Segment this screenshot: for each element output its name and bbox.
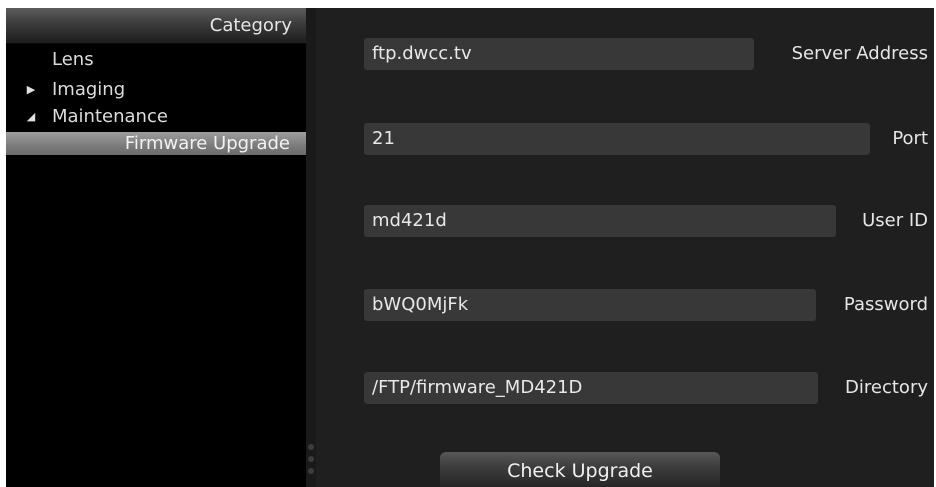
category-header-label: Category xyxy=(209,15,292,36)
category-sidebar: Category Lens ▶ Imaging ◢ Maintenance Fi… xyxy=(6,8,306,487)
directory-label: Directory xyxy=(845,377,928,398)
server-address-label: Server Address xyxy=(791,43,928,64)
user-id-label: User ID xyxy=(862,210,928,231)
expand-arrow-icon[interactable]: ▶ xyxy=(24,78,38,101)
category-header: Category xyxy=(6,8,306,44)
tree-item-label: Firmware Upgrade xyxy=(124,133,290,154)
password-input[interactable]: bWQ0MjFk xyxy=(364,289,816,321)
tree-item-firmware-upgrade[interactable]: Firmware Upgrade xyxy=(6,132,306,155)
tree-item-label: Lens xyxy=(52,49,94,70)
user-id-input[interactable]: md421d xyxy=(364,205,836,237)
firmware-upgrade-window: Category Lens ▶ Imaging ◢ Maintenance Fi… xyxy=(6,8,934,487)
port-label: Port xyxy=(892,128,928,149)
port-input[interactable]: 21 xyxy=(364,123,870,155)
tree-item-maintenance[interactable]: ◢ Maintenance xyxy=(6,105,306,128)
tree-item-imaging[interactable]: ▶ Imaging xyxy=(6,78,306,101)
splitter-grip-icon xyxy=(308,444,314,450)
splitter-grip-icon xyxy=(308,468,314,474)
panel-splitter[interactable] xyxy=(306,8,316,487)
directory-input[interactable]: /FTP/firmware_MD421D xyxy=(364,372,818,404)
tree-item-label: Imaging xyxy=(52,79,126,100)
password-label: Password xyxy=(843,294,928,315)
server-address-input[interactable]: ftp.dwcc.tv xyxy=(364,38,754,70)
check-upgrade-button[interactable]: Check Upgrade xyxy=(440,452,720,487)
tree-item-lens[interactable]: Lens xyxy=(6,48,306,71)
splitter-grip-icon xyxy=(308,456,314,462)
collapse-arrow-icon[interactable]: ◢ xyxy=(24,105,38,128)
tree-item-label: Maintenance xyxy=(52,106,168,127)
